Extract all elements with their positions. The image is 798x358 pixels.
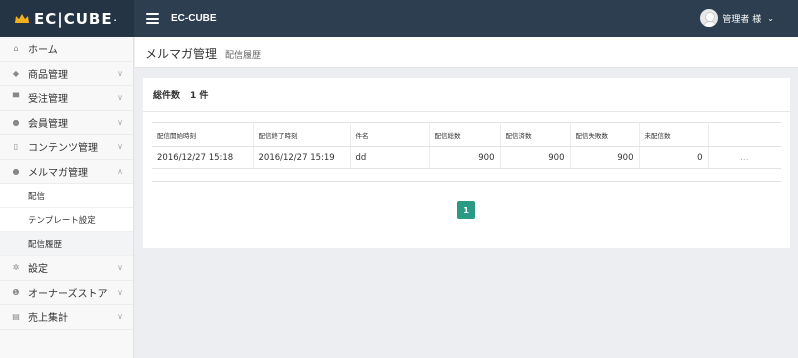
column-header[interactable]: 配信失敗数 — [570, 122, 640, 147]
history-card: 総件数 1 件 配信開始時刻 配信終了時刻 件名 配信総数 配信済数 配信失敗数… — [143, 78, 790, 248]
table-row: 2016/12/27 15:18 2016/12/27 15:19 dd 900… — [152, 146, 781, 169]
page-subtitle: 配信履歴 — [225, 51, 262, 61]
cell-sent: 900 — [500, 146, 571, 169]
more-options-icon[interactable]: … — [708, 146, 781, 169]
cell-unsent: 0 — [639, 146, 709, 169]
page-title-bar: メルマガ管理 配信履歴 — [135, 37, 798, 68]
sidebar-item-label: 設定 — [28, 264, 48, 276]
chevron-down-icon: ∨ — [117, 287, 123, 297]
sidebar-item-sales[interactable]: ▤ 売上集計 ∨ — [0, 305, 133, 330]
sidebar-item-label: オーナーズストア — [28, 288, 108, 300]
page-title: メルマガ管理 — [145, 47, 218, 61]
column-header[interactable]: 配信終了時刻 — [253, 122, 351, 147]
avatar — [700, 9, 719, 27]
sidebar-item-settings[interactable]: ✲ 設定 ∨ — [0, 256, 133, 281]
table-header-row: 配信開始時刻 配信終了時刻 件名 配信総数 配信済数 配信失敗数 未配信数 — [152, 122, 781, 147]
chevron-down-icon: ∨ — [117, 312, 123, 322]
column-header[interactable]: 配信開始時刻 — [152, 122, 254, 147]
column-header[interactable]: 配信済数 — [500, 122, 571, 147]
sidebar-item-label: 会員管理 — [28, 118, 68, 130]
menu-toggle-icon[interactable] — [146, 13, 159, 24]
sidebar-item-contents[interactable]: ▯ コンテンツ管理 ∨ — [0, 135, 133, 160]
sidebar-item-customers[interactable]: ● 会員管理 ∨ — [0, 111, 133, 135]
cell-end-time: 2016/12/27 15:19 — [253, 146, 351, 169]
chart-icon: ▤ — [12, 312, 20, 322]
chevron-down-icon: ∨ — [117, 93, 123, 103]
user-label: 管理者 様 — [722, 14, 762, 25]
cell-total: 900 — [429, 146, 501, 169]
column-header[interactable]: 未配信数 — [639, 122, 709, 147]
top-header: EC|CUBE. EC-CUBE 管理者 様 ⌄ — [0, 0, 798, 37]
sidebar-item-label: 受注管理 — [28, 94, 68, 106]
info-icon: ❶ — [12, 287, 20, 297]
cell-subject: dd — [350, 146, 430, 169]
sidebar-sub-send[interactable]: 配信 — [0, 184, 133, 208]
sidebar: ⌂ ホーム ◆ 商品管理 ∨ ▀ 受注管理 ∨ ● 会員管理 ∨ ▯ コンテンツ… — [0, 37, 134, 358]
chevron-down-icon: ∨ — [117, 142, 123, 152]
column-header — [708, 122, 781, 147]
user-menu[interactable]: 管理者 様 ⌄ — [700, 9, 774, 27]
logo[interactable]: EC|CUBE. — [0, 0, 134, 37]
divider — [152, 181, 781, 182]
chevron-down-icon: ∨ — [117, 117, 123, 127]
history-table: 配信開始時刻 配信終了時刻 件名 配信総数 配信済数 配信失敗数 未配信数 20… — [152, 122, 781, 169]
sidebar-item-label: メルマガ管理 — [28, 167, 88, 179]
sidebar-item-label: コンテンツ管理 — [28, 143, 98, 155]
cart-icon: ▀ — [12, 93, 20, 103]
users-icon: ● — [12, 117, 20, 127]
sidebar-item-label: 商品管理 — [28, 69, 68, 81]
chevron-down-icon: ⌄ — [767, 13, 774, 23]
cell-start-time: 2016/12/27 15:18 — [152, 146, 254, 169]
sidebar-item-products[interactable]: ◆ 商品管理 ∨ — [0, 62, 133, 86]
total-value: 1 件 — [190, 91, 209, 101]
column-header[interactable]: 件名 — [350, 122, 430, 147]
sidebar-item-label: ホーム — [28, 45, 58, 57]
sidebar-item-ownersstore[interactable]: ❶ オーナーズストア ∨ — [0, 281, 133, 305]
gear-icon: ✲ — [12, 263, 20, 273]
sidebar-sub-template[interactable]: テンプレート設定 — [0, 208, 133, 232]
chevron-down-icon: ∨ — [117, 263, 123, 273]
total-label: 総件数 — [153, 91, 181, 101]
sidebar-item-home[interactable]: ⌂ ホーム — [0, 37, 133, 62]
sidebar-item-label: 売上集計 — [28, 313, 68, 325]
crown-icon — [15, 13, 29, 23]
chevron-down-icon: ∨ — [117, 68, 123, 78]
sidebar-item-orders[interactable]: ▀ 受注管理 ∨ — [0, 86, 133, 111]
logo-text: EC|CUBE — [34, 9, 113, 28]
total-count: 総件数 1 件 — [143, 78, 790, 112]
cell-failed: 900 — [570, 146, 640, 169]
sidebar-item-mailmagazine[interactable]: ● メルマガ管理 ∧ — [0, 160, 133, 184]
pagination-page-current[interactable]: 1 — [457, 201, 475, 219]
chevron-up-icon: ∧ — [117, 166, 123, 176]
column-header[interactable]: 配信総数 — [429, 122, 501, 147]
file-icon: ▯ — [13, 142, 19, 152]
shop-name[interactable]: EC-CUBE — [171, 13, 217, 24]
sidebar-sub-history[interactable]: 配信履歴 — [0, 232, 133, 256]
tag-icon: ◆ — [12, 68, 20, 78]
comment-icon: ● — [12, 166, 20, 176]
home-icon: ⌂ — [13, 44, 19, 54]
